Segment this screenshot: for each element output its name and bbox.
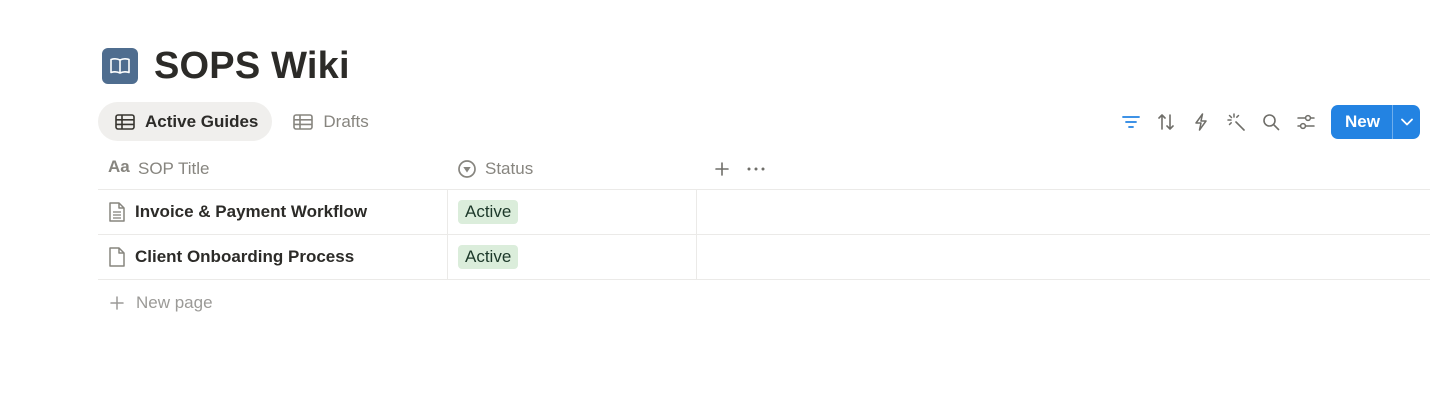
- page-header: SOPS Wiki: [102, 44, 350, 88]
- automation-lightning-icon[interactable]: [1183, 104, 1218, 139]
- new-page-button[interactable]: New page: [98, 280, 1430, 326]
- settings-sliders-icon[interactable]: [1288, 104, 1323, 139]
- table-row[interactable]: Client Onboarding Process Active: [98, 235, 1430, 280]
- view-tabs: Active Guides Drafts: [98, 102, 387, 141]
- ai-sparkle-icon[interactable]: [1218, 104, 1253, 139]
- document-lines-icon: [108, 201, 126, 223]
- text-aa-icon: Aa: [108, 157, 132, 178]
- status-badge: Active: [458, 245, 519, 269]
- tab-label: Drafts: [323, 111, 369, 131]
- column-header-title[interactable]: Aa SOP Title: [98, 157, 447, 179]
- new-button[interactable]: New: [1331, 104, 1420, 139]
- page-title[interactable]: SOPS Wiki: [154, 45, 350, 88]
- row-status-cell[interactable]: Active: [447, 235, 697, 279]
- row-title[interactable]: Client Onboarding Process: [135, 247, 354, 267]
- column-header-status[interactable]: Status: [447, 148, 697, 189]
- table-icon: [293, 113, 314, 130]
- table-header: Aa SOP Title Status: [98, 148, 1430, 190]
- tab-drafts[interactable]: Drafts: [276, 102, 382, 141]
- filter-icon[interactable]: [1113, 104, 1148, 139]
- row-title-cell[interactable]: Client Onboarding Process: [98, 235, 447, 279]
- book-open-icon[interactable]: [102, 48, 138, 84]
- new-button-label[interactable]: New: [1331, 105, 1392, 139]
- column-header-label: SOP Title: [138, 158, 210, 178]
- column-header-label: Status: [485, 158, 534, 178]
- new-page-label: New page: [136, 293, 213, 312]
- tab-active-guides[interactable]: Active Guides: [98, 102, 273, 141]
- view-toolbar: New: [1113, 104, 1420, 139]
- add-column-icon[interactable]: [705, 161, 739, 176]
- row-title[interactable]: Invoice & Payment Workflow: [135, 202, 367, 222]
- svg-text:Aa: Aa: [108, 159, 130, 173]
- status-badge: Active: [458, 200, 519, 224]
- table-row[interactable]: Invoice & Payment Workflow Active: [98, 190, 1430, 235]
- tab-label: Active Guides: [145, 111, 259, 131]
- database-table: Aa SOP Title Status Invoice & Payment Wo…: [98, 148, 1430, 326]
- sort-icon[interactable]: [1148, 104, 1183, 139]
- status-icon: [457, 159, 477, 179]
- chevron-down-icon[interactable]: [1392, 104, 1420, 139]
- document-blank-icon: [108, 246, 126, 268]
- column-actions: [705, 161, 773, 176]
- plus-icon: [110, 296, 124, 310]
- row-title-cell[interactable]: Invoice & Payment Workflow: [98, 190, 447, 234]
- row-status-cell[interactable]: Active: [447, 190, 697, 234]
- search-icon[interactable]: [1253, 104, 1288, 139]
- table-icon: [115, 113, 135, 130]
- more-options-icon[interactable]: [739, 167, 773, 171]
